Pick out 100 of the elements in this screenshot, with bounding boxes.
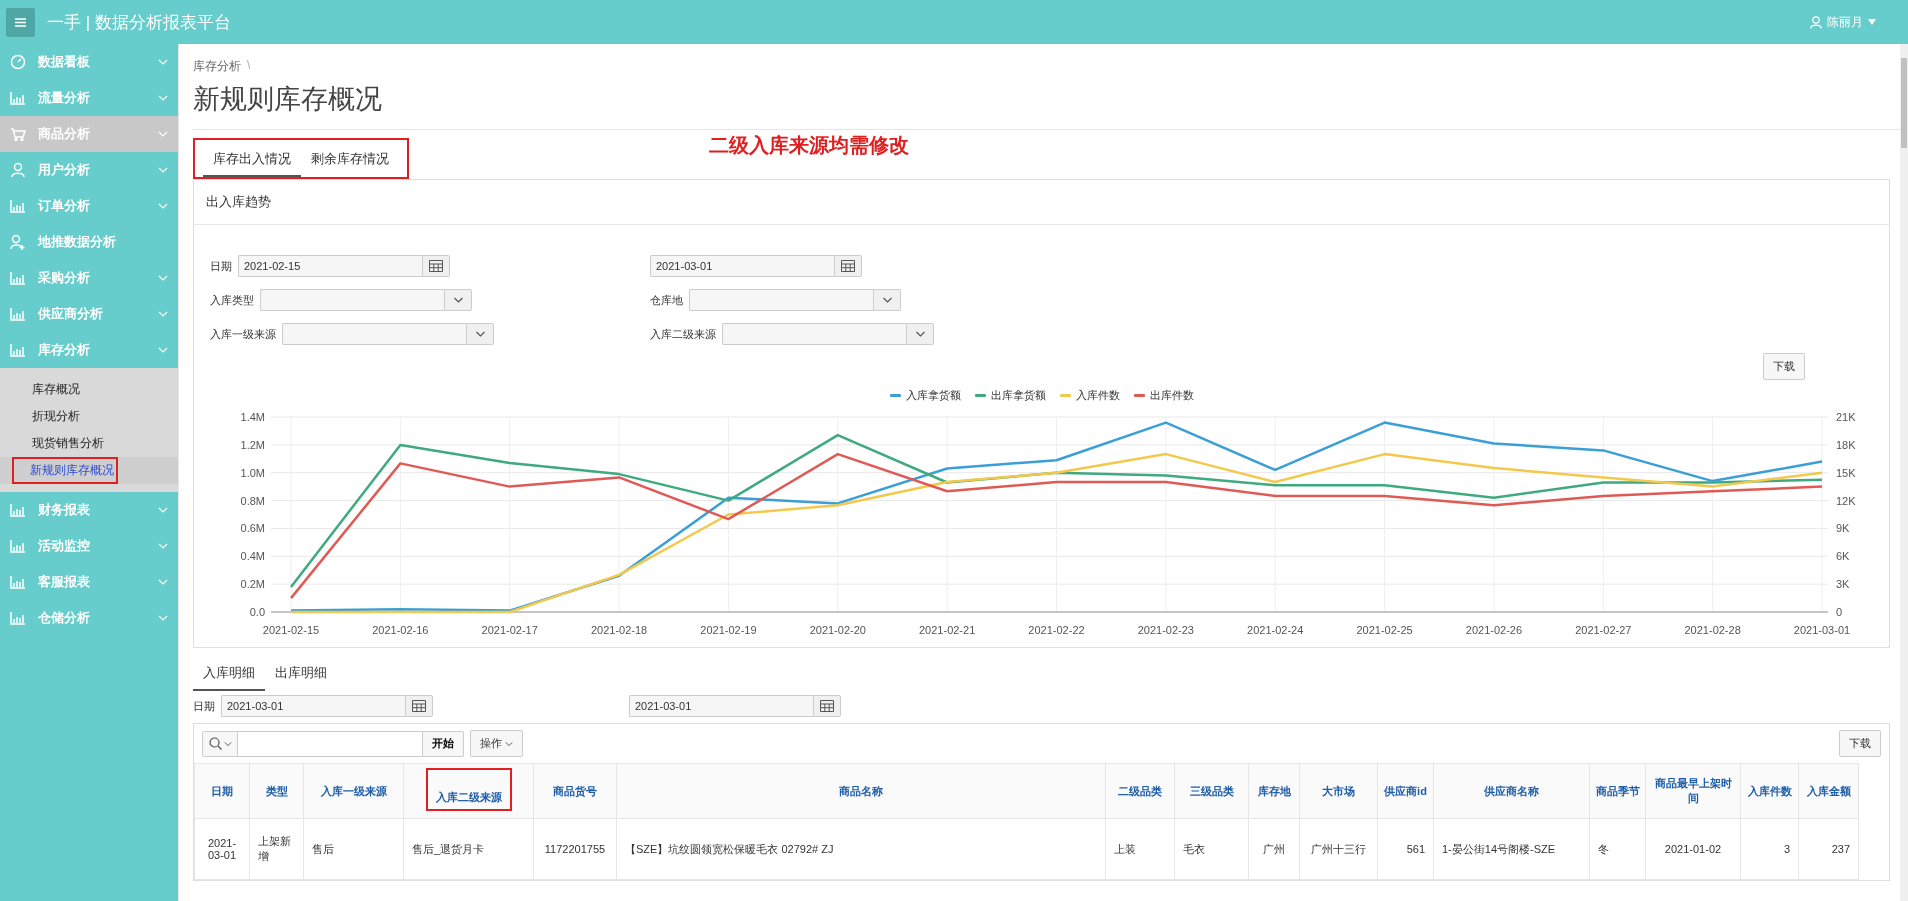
field-label: 入库一级来源: [210, 326, 276, 342]
chevron-down-icon: [158, 507, 168, 513]
column-header[interactable]: 大市场: [1299, 763, 1378, 819]
dropdown-button[interactable]: [906, 323, 934, 345]
legend-item[interactable]: 出库件数: [1133, 388, 1194, 403]
dropdown-button[interactable]: [873, 289, 901, 311]
calendar-icon: [412, 700, 426, 712]
field-label: 入库类型: [210, 292, 254, 308]
menu-icon: [15, 17, 26, 27]
submenu-item[interactable]: 新规则库存概况: [0, 457, 178, 484]
bar-chart-icon: [10, 198, 26, 214]
search-icon: [208, 737, 222, 750]
download-button[interactable]: 下载: [1763, 353, 1805, 380]
table-cell: 售后_退货月卡: [403, 818, 534, 880]
submenu-item[interactable]: 库存概况: [0, 376, 178, 403]
tab[interactable]: 库存出入情况: [203, 146, 301, 177]
download-button[interactable]: 下载: [1839, 730, 1881, 757]
table-cell: 2021-03-01: [194, 818, 250, 880]
calendar-button[interactable]: [422, 255, 450, 277]
axis-tick-label: 1.0M: [240, 466, 265, 479]
axis-tick-label: 0.0: [249, 606, 265, 618]
column-header[interactable]: 商品季节: [1589, 763, 1646, 819]
table-cell: 售后: [303, 818, 404, 880]
scrollbar[interactable]: [1900, 44, 1908, 901]
field-label: 日期: [193, 698, 215, 714]
column-header[interactable]: 入库一级来源: [303, 763, 404, 819]
go-button[interactable]: 开始: [422, 730, 464, 757]
tab[interactable]: 入库明细: [193, 660, 265, 691]
chevron-down-icon: [158, 131, 168, 137]
date-field[interactable]: 2021-03-01: [629, 695, 813, 717]
table-cell: 上架新增: [249, 818, 304, 880]
submenu-item[interactable]: 折现分析: [0, 403, 178, 430]
axis-tick-label: 2021-02-26: [1465, 624, 1523, 636]
column-header[interactable]: 商品货号: [533, 763, 617, 819]
date-field[interactable]: 2021-03-01: [650, 255, 834, 277]
select-field[interactable]: [260, 289, 444, 311]
column-header[interactable]: 类型: [249, 763, 304, 819]
search-options-button[interactable]: [202, 730, 238, 757]
calendar-icon: [841, 260, 855, 272]
table-cell: 广州: [1248, 818, 1300, 880]
chevron-down-icon: [474, 331, 486, 337]
select-field[interactable]: [282, 323, 466, 345]
calendar-button[interactable]: [405, 695, 433, 717]
search-field[interactable]: [238, 730, 422, 757]
calendar-button[interactable]: [834, 255, 862, 277]
column-header[interactable]: 商品名称: [616, 763, 1106, 819]
axis-tick-label: 12K: [1836, 494, 1856, 507]
axis-tick-label: 0.4M: [240, 550, 265, 563]
bar-chart-icon: [10, 502, 26, 518]
axis-tick-label: 2021-02-22: [1028, 624, 1085, 636]
axis-tick-label: 2021-02-20: [809, 624, 866, 636]
column-header[interactable]: 二级品类: [1105, 763, 1175, 819]
table-cell: 毛衣: [1174, 818, 1249, 880]
menu-button[interactable]: [6, 7, 35, 37]
column-header[interactable]: 入库金额: [1798, 763, 1859, 819]
bar-chart-icon: [10, 342, 26, 358]
bar-chart-icon: [10, 574, 26, 590]
app-title: 一手 | 数据分析报表平台: [47, 11, 232, 34]
table-cell: 1172201755: [533, 818, 617, 880]
tab[interactable]: 出库明细: [265, 660, 337, 691]
chevron-down-icon: [158, 579, 168, 585]
date-field[interactable]: 2021-03-01: [221, 695, 405, 717]
column-header[interactable]: 商品最早上架时间: [1645, 763, 1741, 819]
dropdown-button[interactable]: [466, 323, 494, 345]
column-header[interactable]: 库存地: [1248, 763, 1300, 819]
date-field[interactable]: 2021-02-15: [238, 255, 422, 277]
chevron-down-icon: [158, 203, 168, 209]
column-header[interactable]: 入库二级来源: [403, 763, 534, 819]
calendar-icon: [429, 260, 443, 272]
chevron-down-icon: [158, 275, 168, 281]
column-header[interactable]: 入库件数: [1740, 763, 1799, 819]
axis-tick-label: 2021-02-19: [700, 624, 757, 636]
column-header[interactable]: 日期: [194, 763, 250, 819]
select-field[interactable]: [689, 289, 873, 311]
bar-chart-icon: [10, 538, 26, 554]
column-header[interactable]: 供应商名称: [1433, 763, 1590, 819]
table-cell: 1-晏公街14号阁楼-SZE: [1433, 818, 1590, 880]
legend-item[interactable]: 出库拿货额: [974, 388, 1046, 403]
table-cell: 2021-01-02: [1645, 818, 1741, 880]
axis-tick-label: 2021-02-16: [372, 624, 429, 636]
submenu-item[interactable]: 现货销售分析: [0, 430, 178, 457]
dropdown-button[interactable]: [444, 289, 472, 311]
cart-icon: [10, 126, 26, 142]
legend-item[interactable]: 入库件数: [1059, 388, 1120, 403]
calendar-button[interactable]: [813, 695, 841, 717]
legend-item[interactable]: 入库拿货额: [889, 388, 961, 403]
chevron-down-icon: [223, 740, 232, 747]
column-header[interactable]: 供应商id: [1377, 763, 1434, 819]
breadcrumb-link[interactable]: 库存分析: [193, 58, 241, 75]
bar-chart-icon: [10, 90, 26, 106]
axis-tick-label: 2021-02-21: [919, 624, 976, 636]
actions-button[interactable]: 操作: [470, 730, 523, 757]
column-header[interactable]: 三级品类: [1174, 763, 1249, 819]
axis-tick-label: 2021-02-15: [262, 624, 320, 636]
user-plus-icon: [10, 234, 26, 250]
axis-tick-label: 0.6M: [240, 522, 265, 535]
axis-tick-label: 1.2M: [240, 438, 265, 451]
select-field[interactable]: [722, 323, 906, 345]
tab[interactable]: 剩余库存情况: [301, 146, 399, 177]
axis-tick-label: 2021-02-24: [1247, 624, 1304, 636]
